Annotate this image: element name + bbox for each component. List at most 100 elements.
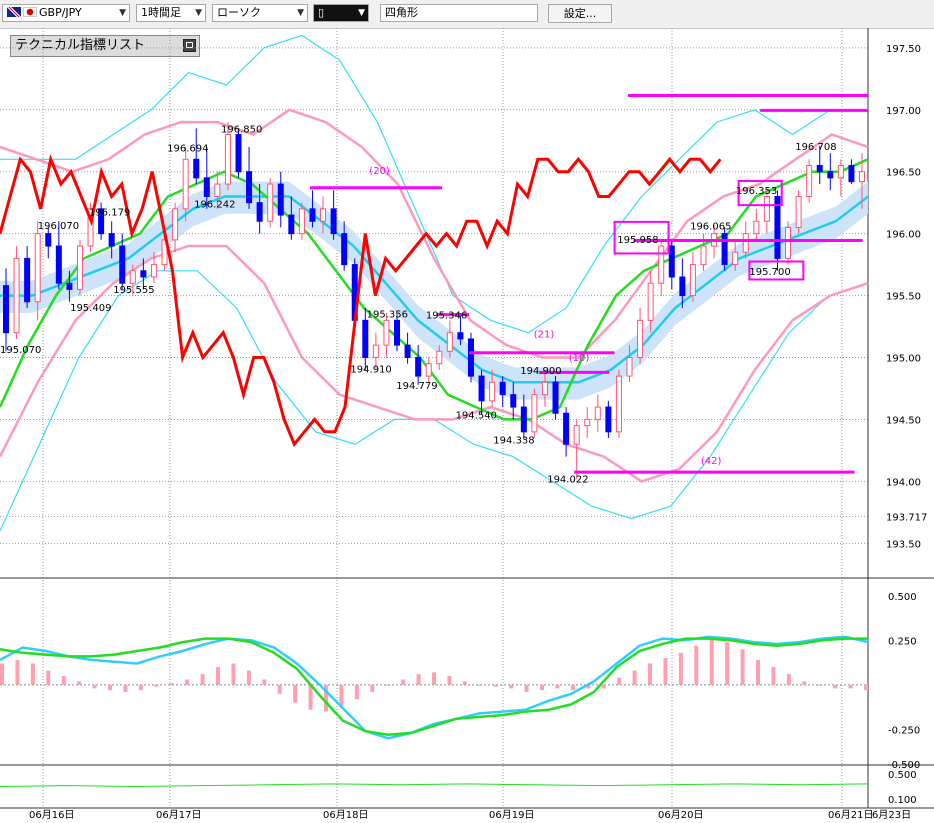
candle-body: [341, 233, 348, 266]
candle-body: [837, 165, 844, 179]
drawing-tool-name: 四角形: [380, 4, 538, 22]
candle-body: [415, 357, 422, 377]
bottom-tick-label: 0.500: [888, 770, 917, 781]
candle-body: [806, 165, 813, 197]
candle-body: [246, 171, 253, 204]
histogram-bar: [138, 684, 143, 691]
candle-body: [224, 134, 231, 185]
histogram-bar: [293, 684, 298, 703]
candle-body: [510, 394, 517, 408]
candle-body: [679, 276, 686, 297]
symbol-select[interactable]: GBP/JPY ▼: [2, 4, 130, 22]
price-label: 195.070: [0, 345, 41, 356]
chevron-down-icon: ▼: [358, 8, 365, 18]
candle-body: [848, 165, 855, 183]
candle-body: [689, 264, 696, 297]
histogram-bar: [632, 670, 637, 685]
candle-body: [541, 381, 548, 396]
candle-body: [309, 208, 316, 222]
bottom-tick-label: 0.100: [888, 795, 917, 806]
chevron-down-icon: ▼: [297, 8, 304, 18]
price-label: 196.353: [736, 186, 777, 197]
histogram-bar: [154, 684, 159, 687]
histogram-bar: [385, 684, 390, 686]
chevron-down-icon: ▼: [195, 8, 202, 18]
candle-body: [404, 344, 411, 359]
candle-body: [520, 406, 527, 433]
macd-panel: [0, 635, 869, 740]
bottom-indicator-panel: [0, 783, 869, 788]
price-tick-label: 196.50: [886, 168, 921, 179]
candle-body: [827, 171, 834, 179]
candle-body: [859, 171, 865, 183]
candle-body: [499, 381, 506, 396]
macd-tick-label: 0.500: [888, 592, 917, 603]
candle-body: [721, 233, 728, 266]
histogram-bar: [185, 679, 190, 685]
histogram-bar: [15, 659, 20, 685]
date-label: 06月19日: [489, 809, 534, 821]
histogram-bar: [354, 684, 359, 700]
drawing-tool-select[interactable]: ▯ ▼: [313, 4, 369, 22]
line-label: (21): [534, 330, 555, 341]
price-tick-label: 197.00: [886, 106, 921, 117]
price-tick-label: 195.00: [886, 354, 921, 365]
histogram-bar: [447, 675, 452, 685]
histogram-bar: [678, 652, 683, 685]
date-label: 06月20日: [658, 809, 703, 821]
chart-area: (20) (21) (10) (42) 196.850 196.694 196.242 196…: [0, 28, 934, 821]
histogram-bar: [432, 672, 436, 685]
candle-body: [436, 350, 443, 365]
price-label: 196.242: [194, 200, 235, 211]
histogram-bar: [601, 684, 606, 689]
candle-body: [76, 245, 83, 290]
timeframe-select[interactable]: 1時間足 ▼: [136, 4, 206, 22]
settings-button[interactable]: 設定...: [548, 4, 612, 23]
histogram-bar: [817, 684, 822, 686]
candle-body: [467, 338, 474, 377]
line-label: (10): [569, 353, 590, 364]
histogram-bar: [570, 684, 575, 691]
line-label: (20): [369, 166, 390, 177]
candle-body: [668, 245, 675, 278]
date-label: 06月17日: [156, 809, 201, 821]
histogram-bar: [416, 674, 421, 685]
price-label: 195.346: [426, 311, 467, 322]
price-tick-label: 196.00: [886, 230, 921, 241]
candle-body: [573, 425, 580, 445]
candle-body: [172, 208, 179, 241]
candle-body: [24, 257, 31, 303]
histogram-bar: [123, 684, 128, 692]
histogram-bar: [200, 674, 205, 685]
candle-body: [140, 270, 147, 278]
histogram-bar: [740, 649, 745, 685]
candle-body: [785, 226, 792, 259]
chart-style-select[interactable]: ローソク ▼: [212, 4, 308, 22]
histogram-bar: [0, 663, 4, 685]
histogram-bar: [370, 684, 375, 692]
histogram-bar: [617, 677, 622, 685]
histogram-bar: [540, 684, 544, 691]
price-label: 194.022: [547, 475, 588, 486]
candle-body: [615, 375, 622, 433]
histogram-bar: [493, 684, 498, 687]
candle-body: [214, 183, 221, 197]
histogram-bar: [524, 684, 529, 692]
candle-body: [425, 363, 432, 377]
candlesticks: [3, 122, 865, 479]
date-axis: 06月16日 06月17日 06月18日 06月19日 06月20日 06月21日6月23…: [29, 809, 911, 821]
price-label: 196.708: [795, 142, 836, 153]
histogram-bar: [246, 670, 251, 685]
candle-body: [563, 412, 570, 445]
histogram-bar: [663, 658, 668, 685]
macd-tick-label: -0.250: [888, 725, 920, 736]
candle-body: [763, 195, 770, 222]
histogram-bar: [77, 681, 82, 685]
histogram-bar: [231, 663, 236, 685]
candle-body: [3, 285, 9, 334]
histogram-bar: [262, 679, 267, 685]
candle-body: [277, 183, 284, 216]
candle-body: [446, 332, 453, 352]
price-labels: (20) (21) (10) (42) 196.850 196.694 196.242 196…: [0, 124, 837, 485]
candle-body: [383, 319, 390, 346]
